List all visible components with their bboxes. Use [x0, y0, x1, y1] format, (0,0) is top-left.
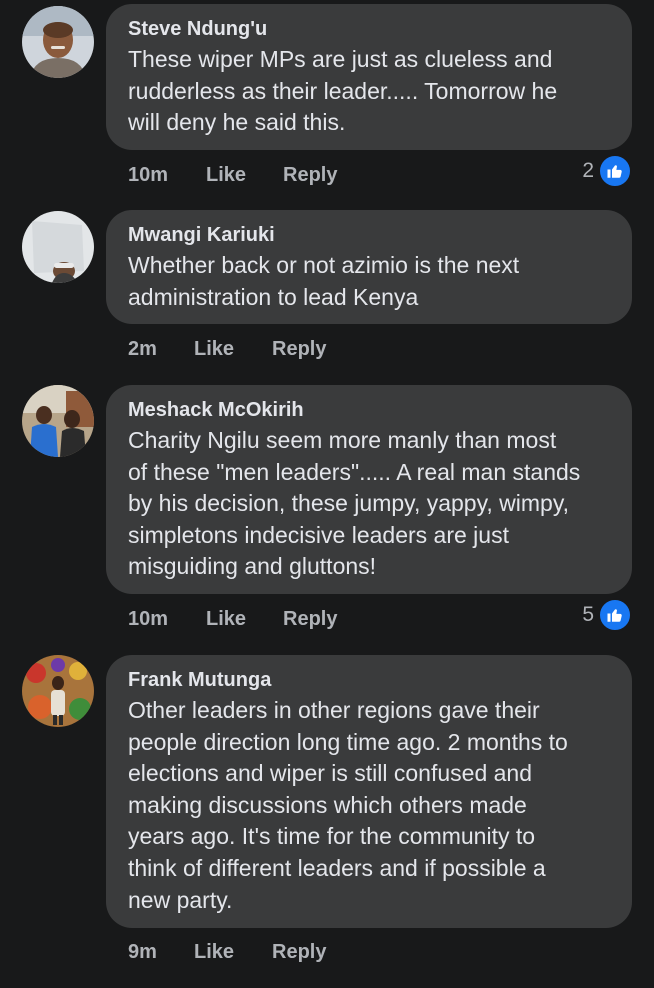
thumbs-up-icon — [598, 598, 632, 632]
comment-text-line: Whether back or not azimio is the next — [128, 252, 520, 278]
reaction-summary[interactable]: 5 — [582, 598, 632, 632]
comment-text-line: years ago. It's time for the community t… — [128, 823, 536, 850]
comment-author[interactable]: Mwangi Kariuki — [128, 222, 612, 248]
comment-text-line: Other leaders in other regions gave thei… — [128, 697, 540, 723]
comment-text-line: making discussions which others made — [128, 791, 527, 818]
comment-author[interactable]: Frank Mutunga — [128, 667, 612, 693]
comment-text-line: new party. — [128, 886, 233, 913]
reaction-summary[interactable]: 2 — [582, 154, 632, 188]
comment-text: Other leaders in other regions gave thei… — [128, 695, 612, 916]
comment-text-line: think of different leaders and if possib… — [128, 854, 546, 881]
comment-timestamp[interactable]: 10m — [128, 607, 168, 631]
comment-text-line: These wiper MPs are just as clueless and — [128, 46, 553, 72]
avatar[interactable] — [22, 211, 94, 283]
like-button[interactable]: Like — [206, 163, 246, 187]
comment-bubble: Mwangi Kariuki Whether back or not azimi… — [106, 210, 632, 324]
avatar[interactable] — [22, 655, 94, 727]
comment-timestamp[interactable]: 2m — [128, 337, 157, 361]
comment-author[interactable]: Steve Ndung'u — [128, 16, 612, 42]
comment-timestamp[interactable]: 9m — [128, 940, 157, 964]
comment-text-line: administration to lead Kenya — [128, 283, 419, 310]
comment-text-line: Charity Ngilu seem more manly than most — [128, 427, 557, 453]
thumbs-up-icon — [598, 154, 632, 188]
comment-bubble: Meshack McOkirih Charity Ngilu seem more… — [106, 385, 632, 594]
comment-text-line: people direction long time ago. 2 months… — [128, 728, 568, 755]
comment-text-line: simpletons indecisive leaders are just — [128, 521, 509, 548]
reaction-count: 2 — [582, 159, 594, 182]
reply-button[interactable]: Reply — [272, 940, 326, 964]
reaction-count: 5 — [582, 603, 594, 626]
comment-timestamp[interactable]: 10m — [128, 163, 168, 187]
comment-text-line: by his decision, these jumpy, yappy, wim… — [128, 490, 570, 517]
comment-bubble: Frank Mutunga Other leaders in other reg… — [106, 655, 632, 928]
comment-text: These wiper MPs are just as clueless and… — [128, 44, 612, 139]
comment-text: Whether back or not azimio is the next a… — [128, 250, 612, 313]
comment-author[interactable]: Meshack McOkirih — [128, 397, 612, 423]
reply-button[interactable]: Reply — [283, 607, 337, 631]
like-button[interactable]: Like — [206, 607, 246, 631]
comment-text-line: of these "men leaders"..... A real man s… — [128, 458, 581, 485]
avatar[interactable] — [22, 6, 94, 78]
like-button[interactable]: Like — [194, 337, 234, 361]
comment-text-line: elections and wiper is still confused an… — [128, 760, 533, 787]
comment-text-line: will deny he said this. — [128, 109, 346, 136]
avatar[interactable] — [22, 385, 94, 457]
comments-feed: Steve Ndung'u These wiper MPs are just a… — [0, 0, 654, 988]
comment-text-line: misguiding and gluttons! — [128, 553, 377, 580]
comment-text-line: rudderless as their leader..... Tomorrow… — [128, 77, 558, 104]
reply-button[interactable]: Reply — [272, 337, 326, 361]
comment-bubble: Steve Ndung'u These wiper MPs are just a… — [106, 4, 632, 150]
like-button[interactable]: Like — [194, 940, 234, 964]
reply-button[interactable]: Reply — [283, 163, 337, 187]
comment-text: Charity Ngilu seem more manly than most … — [128, 425, 612, 583]
